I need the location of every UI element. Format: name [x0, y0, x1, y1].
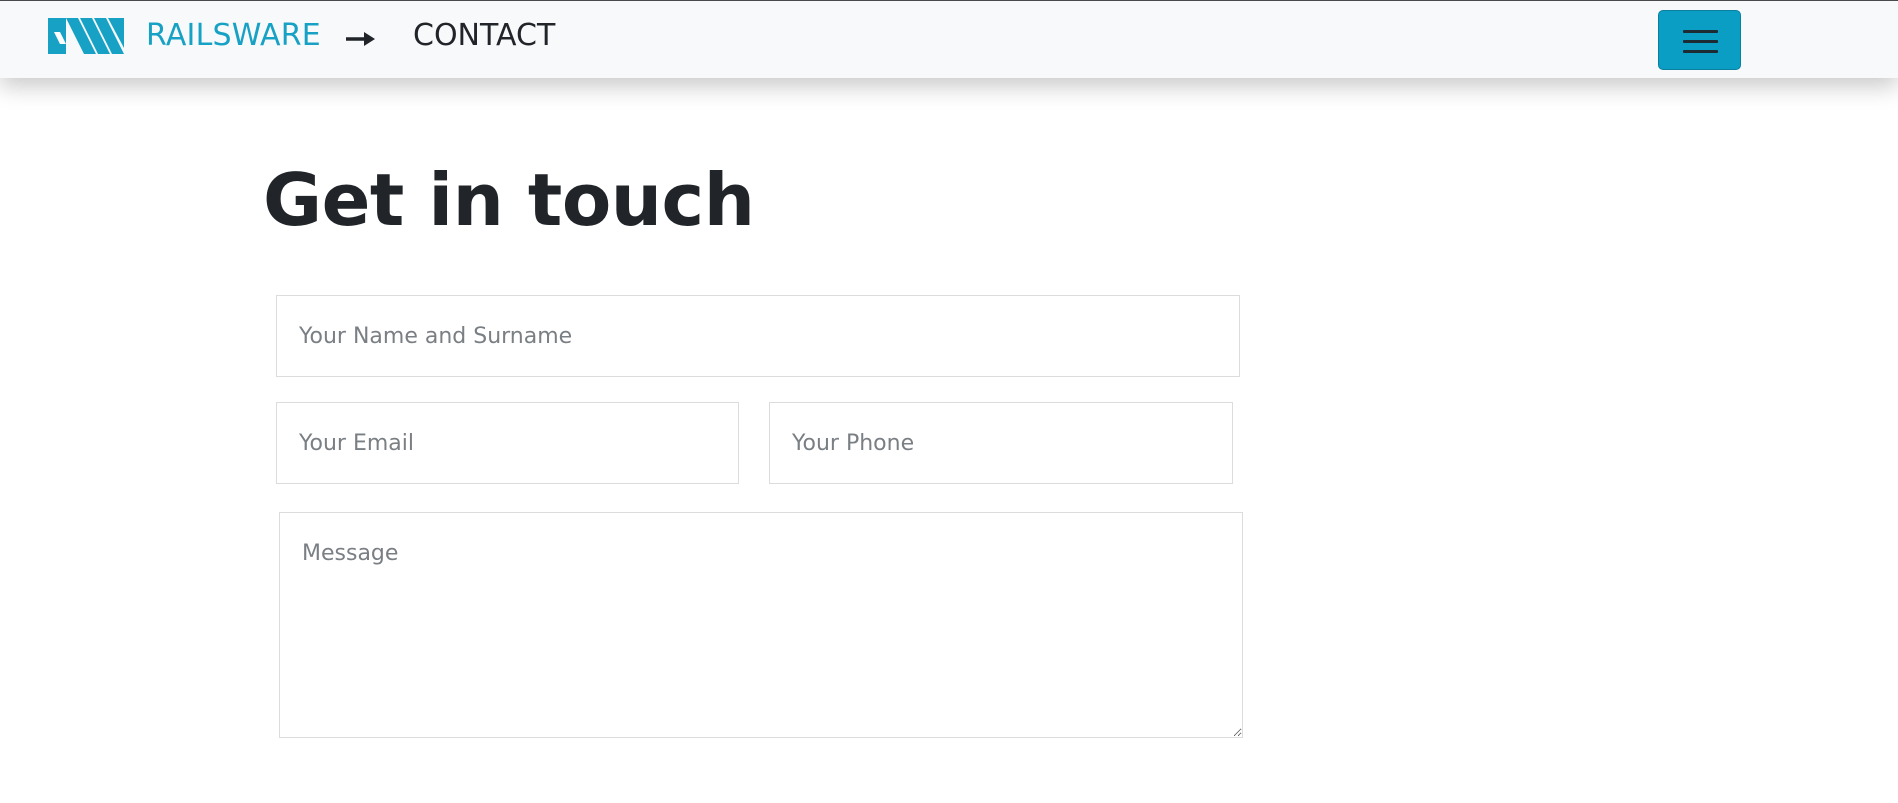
page-title: Get in touch — [263, 158, 755, 242]
menu-toggle-button[interactable] — [1658, 10, 1741, 70]
email-input[interactable] — [276, 402, 739, 484]
navbar: RAILSWARE CONTACT — [0, 0, 1898, 78]
brand-name: RAILSWARE — [146, 18, 321, 53]
message-textarea[interactable] — [279, 512, 1243, 738]
arrow-right-icon — [346, 32, 375, 46]
phone-input[interactable] — [769, 402, 1233, 484]
railsware-logo-icon — [48, 18, 124, 54]
name-input[interactable] — [276, 295, 1240, 377]
brand-link[interactable]: RAILSWARE — [48, 17, 321, 55]
breadcrumb-contact[interactable]: CONTACT — [413, 17, 555, 55]
